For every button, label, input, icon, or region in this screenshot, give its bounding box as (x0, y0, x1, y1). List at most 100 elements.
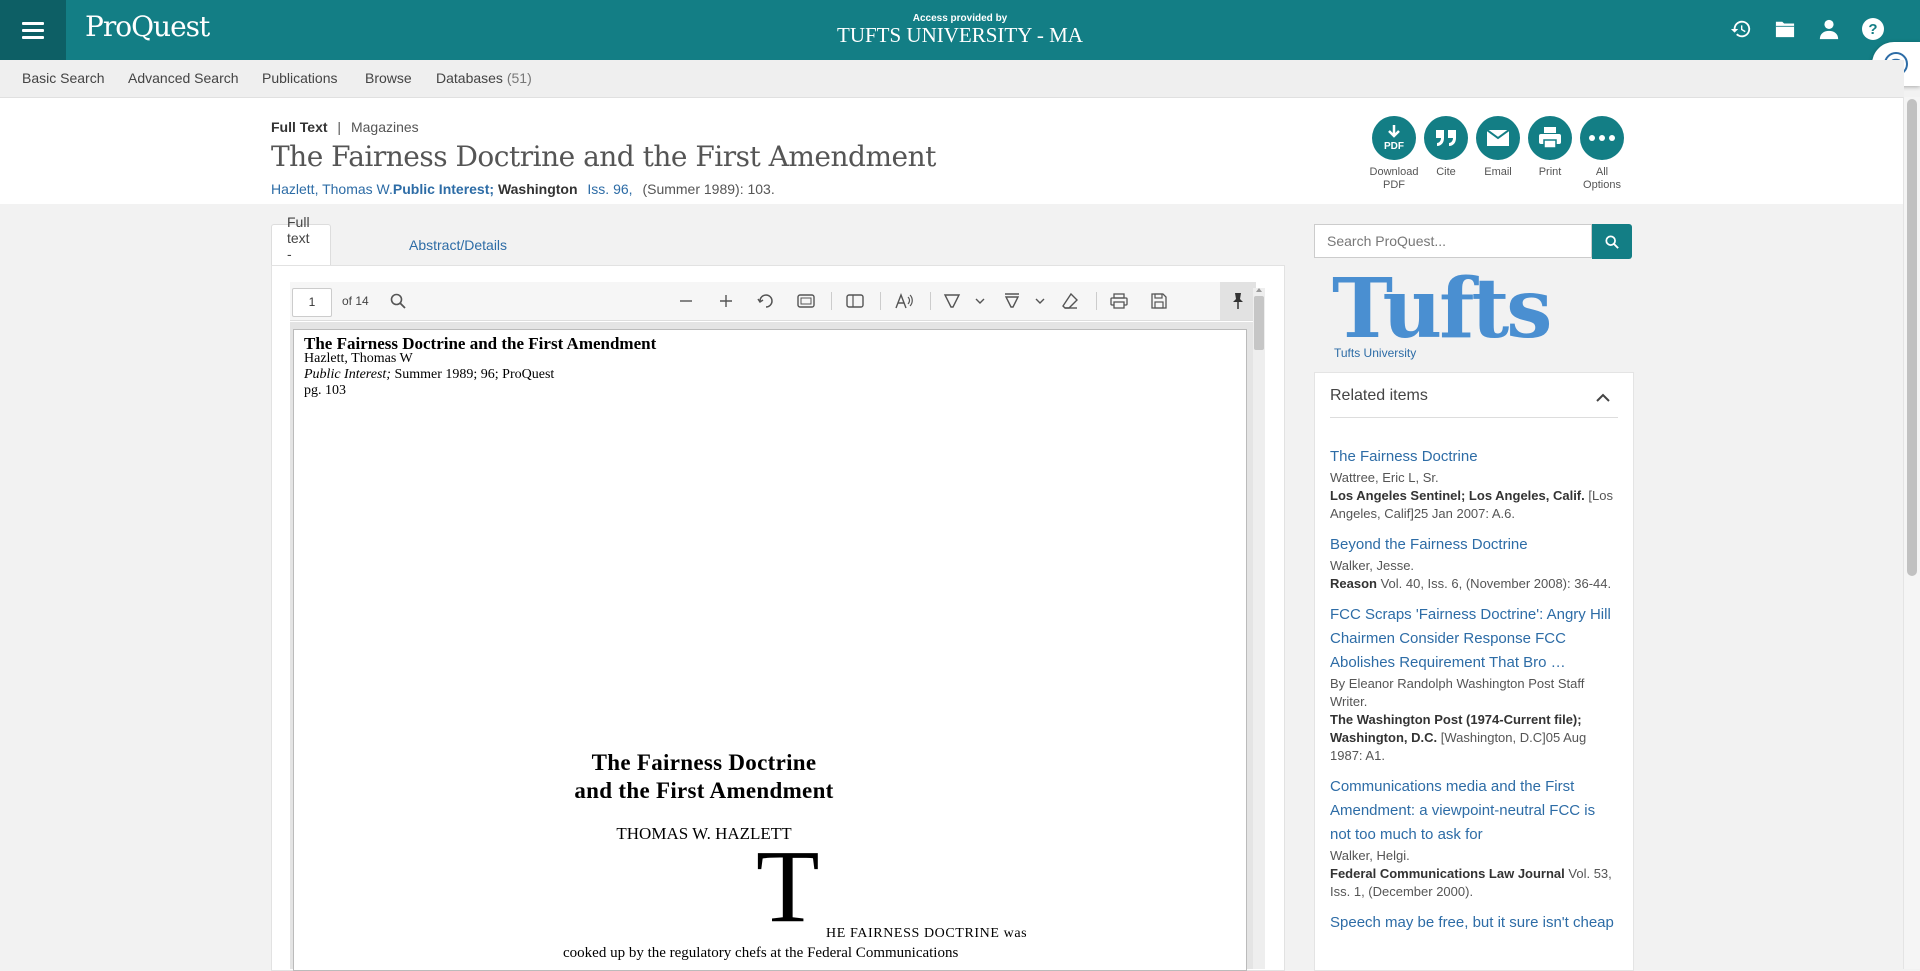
page-layout-icon[interactable] (845, 291, 865, 311)
pdf-scroll-thumb[interactable] (1254, 296, 1264, 350)
page-number-input[interactable]: 1 (292, 288, 332, 317)
pin-icon[interactable] (1220, 282, 1256, 320)
quote-icon[interactable] (1424, 116, 1468, 160)
download-pdf-label-2: PDF (1383, 179, 1405, 191)
nav-browse[interactable]: Browse (365, 70, 412, 86)
nav-databases[interactable]: Databases (51) (436, 70, 532, 86)
pdf-header-pub-rest: Summer 1989; 96; ProQuest (390, 367, 555, 382)
tufts-logo[interactable]: Tufts (1332, 268, 1552, 350)
related-item-source-bold: Reason (1330, 576, 1377, 591)
citation-line: Hazlett, Thomas W.Public Interest; Washi… (271, 181, 775, 197)
document-header: Full Text | Magazines The Fairness Doctr… (0, 98, 1904, 204)
more-options-icon[interactable] (1580, 116, 1624, 160)
download-pdf-button[interactable]: PDF Download PDF (1368, 116, 1420, 192)
pdf-header-pub-italic: Public Interest; (304, 367, 391, 382)
eraser-icon[interactable] (1060, 291, 1080, 311)
print-icon[interactable] (1528, 116, 1572, 160)
related-item: FCC Scraps 'Fairness Doctrine': Angry Hi… (1330, 603, 1618, 765)
nav-advanced-search[interactable]: Advanced Search (128, 70, 239, 86)
related-item: Beyond the Fairness Doctrine Walker, Jes… (1330, 533, 1618, 593)
zoom-out-icon[interactable] (676, 291, 696, 311)
all-options-label-2: Options (1583, 179, 1621, 191)
page-scroll-thumb[interactable] (1907, 99, 1917, 576)
author-link[interactable]: Hazlett, Thomas W. (271, 181, 393, 197)
related-item-source-rest: Vol. 40, Iss. 6, (November 2008): 36-44. (1376, 576, 1612, 591)
search-button[interactable] (1592, 224, 1632, 259)
top-header: ProQuest Access provided by TUFTS UNIVER… (0, 0, 1920, 60)
all-options-button[interactable]: All Options (1576, 116, 1628, 192)
issue-link[interactable]: Iss. 96, (587, 181, 632, 197)
pdf-toolbar: 1 of 14 (290, 282, 1256, 321)
svg-text:PDF: PDF (1384, 141, 1404, 152)
chevron-down-icon[interactable] (970, 291, 990, 311)
scroll-up-arrow[interactable] (1256, 288, 1262, 292)
related-item-title[interactable]: Speech may be free, but it sure isn't ch… (1330, 911, 1618, 935)
related-item-title[interactable]: Beyond the Fairness Doctrine (1330, 533, 1618, 557)
save-icon[interactable] (1149, 291, 1169, 311)
drop-cap: T (756, 829, 820, 944)
cite-button[interactable]: Cite (1420, 116, 1472, 192)
related-item-source: The Washington Post (1974-Current file);… (1330, 711, 1618, 765)
related-item: Communications media and the First Amend… (1330, 775, 1618, 901)
article-author: THOMAS W. HAZLETT (616, 824, 792, 843)
related-item-title[interactable]: FCC Scraps 'Fairness Doctrine': Angry Hi… (1330, 603, 1618, 675)
related-item: The Fairness Doctrine Wattree, Eric L, S… (1330, 445, 1618, 523)
zoom-in-icon[interactable] (716, 291, 736, 311)
pdf-header-publication: Public Interest; Summer 1989; 96; ProQue… (304, 367, 554, 383)
user-icon[interactable] (1816, 16, 1842, 42)
related-items-list: The Fairness Doctrine Wattree, Eric L, S… (1330, 445, 1618, 945)
email-icon[interactable] (1476, 116, 1520, 160)
pdf-document-area[interactable]: The Fairness Doctrine and the First Amen… (290, 322, 1256, 971)
related-item-title[interactable]: The Fairness Doctrine (1330, 445, 1618, 469)
crumb-type: Full Text (271, 119, 328, 135)
related-items-heading: Related items (1330, 387, 1428, 404)
toolbar-divider (930, 292, 931, 310)
main-nav: Basic Search Advanced Search Publication… (0, 60, 1904, 98)
related-item-author: By Eleanor Randolph Washington Post Staf… (1330, 676, 1585, 709)
toolbar-divider (831, 292, 832, 310)
related-item-source: Reason Vol. 40, Iss. 6, (November 2008):… (1330, 575, 1618, 593)
folder-icon[interactable] (1772, 16, 1798, 42)
body-line-2: cooked up by the regulatory chefs at the… (563, 945, 959, 961)
print-button[interactable]: Print (1524, 116, 1576, 192)
search-icon[interactable] (388, 291, 408, 311)
nav-databases-label: Databases (436, 70, 503, 86)
institution-name: TUFTS UNIVERSITY - MA (837, 23, 1083, 47)
search-input[interactable]: Search ProQuest... (1314, 224, 1592, 258)
rotate-icon[interactable] (756, 291, 776, 311)
highlight-icon[interactable] (1002, 291, 1022, 311)
article-title-line-1: The Fairness Doctrine (591, 750, 817, 775)
crumb-source: Magazines (350, 119, 419, 135)
related-item-author: Wattree, Eric L, Sr. (1330, 470, 1439, 485)
tufts-university-link[interactable]: Tufts University (1334, 346, 1416, 360)
related-items-panel: Related items The Fairness Doctrine Watt… (1314, 372, 1634, 971)
tab-full-text-pdf[interactable]: Full text - PDF (271, 214, 331, 278)
nav-publications[interactable]: Publications (262, 70, 338, 86)
related-items-header[interactable]: Related items (1330, 387, 1618, 418)
pdf-header-author: Hazlett, Thomas W (304, 351, 413, 366)
history-icon[interactable] (1728, 16, 1754, 42)
related-item-source: Los Angeles Sentinel; Los Angeles, Calif… (1330, 487, 1618, 523)
related-item-author: Walker, Jesse. (1330, 558, 1415, 573)
page-count: of 14 (342, 294, 369, 308)
download-pdf-icon[interactable]: PDF (1372, 116, 1416, 160)
download-pdf-label-1: Download (1369, 166, 1419, 178)
chevron-down-icon[interactable] (1030, 291, 1050, 311)
chevron-up-icon[interactable] (1596, 390, 1610, 408)
publication-link[interactable]: Public Interest; (393, 181, 498, 197)
nav-basic-search[interactable]: Basic Search (22, 70, 104, 86)
print-icon[interactable] (1109, 291, 1129, 311)
related-item-title[interactable]: Communications media and the First Amend… (1330, 775, 1618, 847)
crumb-separator: | (337, 119, 342, 135)
help-icon[interactable]: ? (1860, 16, 1886, 42)
draw-icon[interactable] (942, 291, 962, 311)
email-label: Email (1484, 166, 1512, 178)
page-scrollbar[interactable] (1903, 97, 1920, 969)
email-button[interactable]: Email (1472, 116, 1524, 192)
fit-page-icon[interactable] (796, 291, 816, 311)
read-aloud-icon[interactable] (894, 291, 914, 311)
pdf-scrollbar[interactable] (1253, 288, 1265, 969)
cite-label: Cite (1436, 166, 1456, 178)
toolbar-divider (1096, 292, 1097, 310)
tab-abstract-details[interactable]: Abstract/Details (394, 224, 522, 266)
